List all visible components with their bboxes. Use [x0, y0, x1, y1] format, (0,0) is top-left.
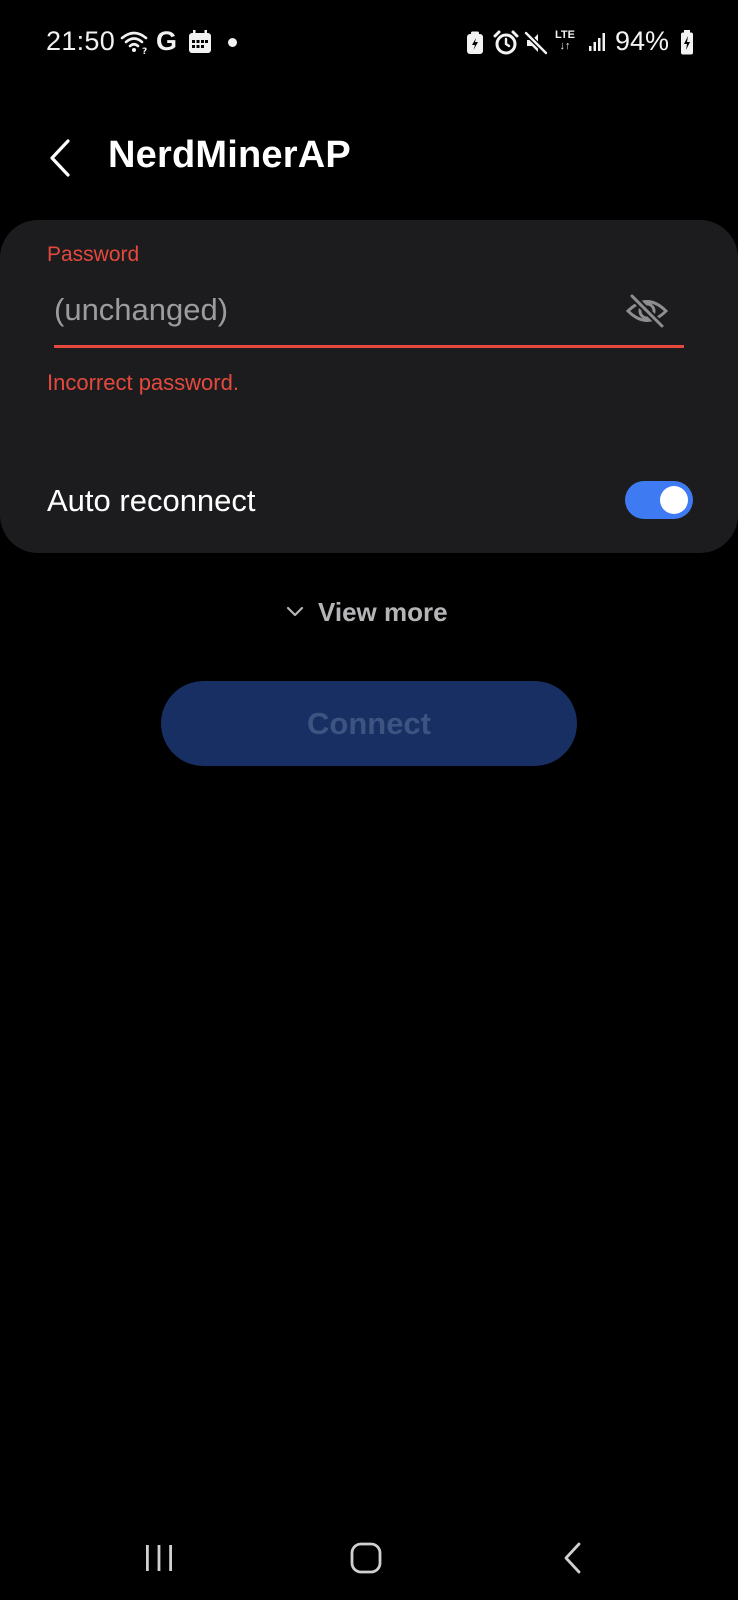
- home-button[interactable]: [321, 1528, 411, 1588]
- alarm-icon: [493, 30, 519, 55]
- password-input[interactable]: [54, 285, 614, 335]
- google-icon: G: [156, 26, 178, 56]
- auto-reconnect-row[interactable]: Auto reconnect: [0, 465, 738, 535]
- password-visibility-toggle[interactable]: [620, 284, 674, 338]
- calendar-icon: [189, 30, 211, 53]
- mute-icon: [524, 31, 548, 55]
- password-underline: [54, 345, 684, 348]
- status-bar: 21:50 ? G LTE ↓↑ 94%: [0, 0, 738, 86]
- connect-button[interactable]: Connect: [161, 681, 577, 766]
- signal-icon: [589, 33, 605, 51]
- password-label: Password: [47, 243, 140, 266]
- battery-percent: 94%: [615, 26, 670, 56]
- back-icon: [564, 1542, 581, 1574]
- wifi-icon: ?: [120, 31, 148, 55]
- battery-icon: [681, 30, 693, 55]
- home-icon: [350, 1542, 382, 1574]
- page-title: NerdMinerAP: [108, 134, 351, 176]
- recents-icon: [146, 1545, 172, 1571]
- chevron-down-icon: [286, 606, 304, 617]
- toggle-knob: [660, 486, 688, 514]
- lte-icon: LTE ↓↑: [555, 30, 575, 52]
- auto-reconnect-label: Auto reconnect: [47, 483, 256, 518]
- network-settings-card: Password Incorrect password. Auto reconn…: [0, 220, 738, 553]
- battery-saver-icon: [467, 31, 483, 54]
- status-time: 21:50: [46, 26, 116, 56]
- view-more-label: View more: [318, 596, 448, 627]
- notification-dot: [228, 38, 237, 47]
- view-more-button[interactable]: View more: [286, 590, 448, 634]
- chevron-left-icon: [50, 139, 70, 177]
- password-error-message: Incorrect password.: [47, 370, 239, 395]
- recents-button[interactable]: [114, 1528, 204, 1588]
- eye-off-icon: [626, 294, 668, 328]
- nav-back-button[interactable]: [528, 1528, 618, 1588]
- svg-text:?: ?: [142, 47, 147, 55]
- auto-reconnect-toggle[interactable]: [625, 481, 693, 519]
- lte-arrows: ↓↑: [559, 40, 571, 52]
- back-button[interactable]: [38, 130, 82, 186]
